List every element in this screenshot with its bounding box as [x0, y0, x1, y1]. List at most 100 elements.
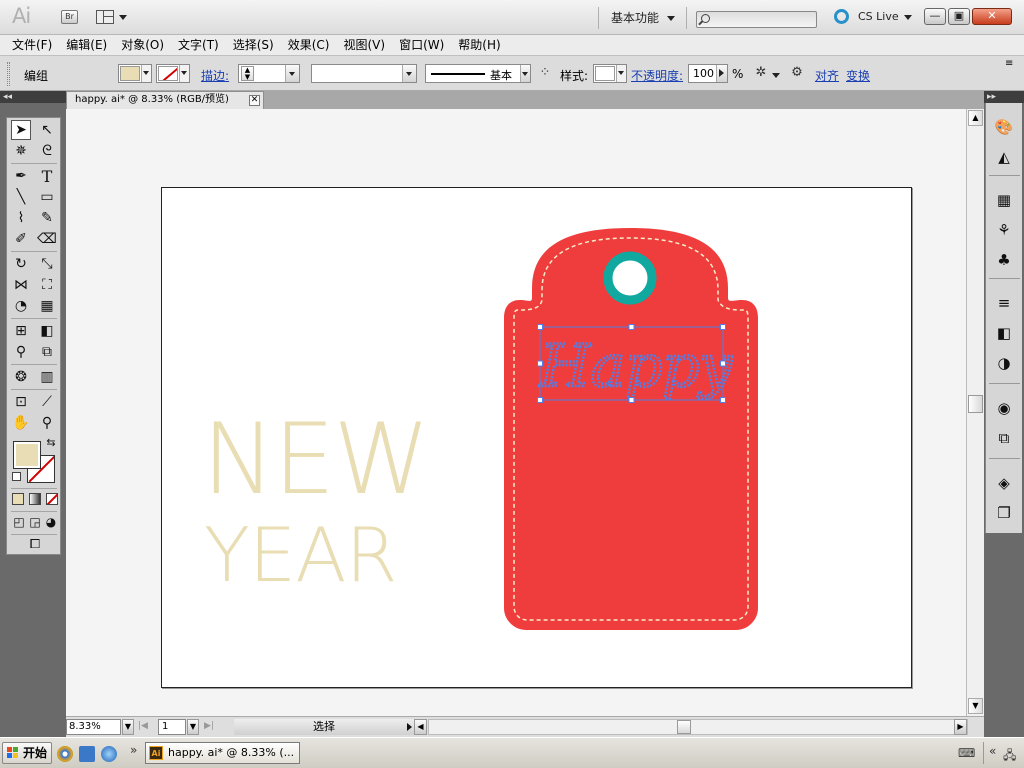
stepper-arrows[interactable]: ▲ ▼ — [241, 66, 254, 81]
artboards-icon[interactable]: ❐ — [994, 503, 1014, 523]
resize-handle[interactable] — [537, 397, 543, 403]
next-artboard-icon[interactable]: ▶| — [204, 721, 214, 731]
pencil-tool-icon[interactable]: ✎ — [37, 208, 57, 228]
gradient-tool-icon[interactable]: ◧ — [37, 321, 57, 341]
rotate-tool-icon[interactable]: ↻ — [11, 254, 31, 274]
horizontal-scrollbar[interactable] — [428, 719, 968, 735]
graphic-styles-icon[interactable]: ⧉ — [994, 428, 1014, 448]
resize-handle[interactable] — [720, 324, 726, 330]
rectangle-tool-icon[interactable]: ▭ — [37, 187, 57, 207]
blob-brush-tool-icon[interactable]: ✐ — [11, 229, 31, 249]
cs-live-menu[interactable]: CS Live — [858, 10, 912, 23]
menu-effect[interactable]: 效果(C) — [288, 35, 330, 55]
default-colors-icon[interactable] — [12, 472, 21, 481]
layers-icon[interactable]: ◈ — [994, 473, 1014, 493]
restore-button[interactable]: ▣ — [948, 8, 970, 25]
zoom-tool-icon[interactable]: ⚲ — [37, 413, 57, 433]
stroke-color-dropdown[interactable] — [156, 64, 190, 83]
minimize-button[interactable]: — — [924, 8, 946, 25]
draw-inside-icon[interactable]: ◕ — [41, 512, 61, 532]
gradient-mode-icon[interactable] — [29, 493, 41, 505]
artboard-dropdown-button[interactable]: ▼ — [187, 719, 199, 735]
brush-definition-dropdown[interactable]: 基本 — [425, 64, 531, 83]
perspective-grid-tool-icon[interactable]: ▦ — [37, 296, 57, 316]
gradient-panel-icon[interactable]: ◧ — [994, 323, 1014, 343]
menu-view[interactable]: 视图(V) — [343, 35, 385, 55]
eraser-tool-icon[interactable]: ⌫ — [37, 229, 57, 249]
scroll-thumb[interactable] — [968, 395, 983, 413]
lasso-tool-icon[interactable]: ᘓ — [37, 141, 57, 161]
opacity-input[interactable]: 100 — [688, 64, 728, 83]
keyboard-icon[interactable]: ⌨ — [958, 746, 975, 760]
status-selector[interactable]: 选择 — [234, 719, 414, 735]
help-search-input[interactable] — [696, 11, 817, 28]
menu-type[interactable]: 文字(T) — [178, 35, 219, 55]
resize-handle[interactable] — [537, 324, 543, 330]
column-graph-tool-icon[interactable]: ▥ — [37, 367, 57, 387]
symbol-sprayer-tool-icon[interactable]: ❂ — [11, 367, 31, 387]
artboard[interactable]: NEW YEAR Happy — [161, 187, 912, 688]
arrange-documents-button[interactable] — [96, 10, 128, 25]
close-button[interactable]: ✕ — [972, 8, 1012, 25]
blend-tool-icon[interactable]: ⧉ — [37, 342, 57, 362]
slice-tool-icon[interactable]: ⟋ — [37, 392, 57, 412]
pen-tool-icon[interactable]: ✒ — [11, 166, 31, 186]
mesh-tool-icon[interactable]: ⊞ — [11, 321, 31, 341]
transparency-icon[interactable]: ◑ — [994, 353, 1014, 373]
color-guide-icon[interactable]: ◭ — [994, 147, 1014, 167]
menu-file[interactable]: 文件(F) — [12, 35, 52, 55]
stroke-panel-link[interactable]: 描边: — [201, 67, 229, 84]
panel-menu-icon[interactable]: ≡ — [1005, 58, 1013, 69]
symbols-icon[interactable]: ♣ — [994, 250, 1014, 270]
screen-mode-icon[interactable]: ⧠ — [23, 534, 47, 554]
menu-edit[interactable]: 编辑(E) — [66, 35, 107, 55]
resize-handle[interactable] — [720, 360, 726, 367]
none-mode-icon[interactable] — [46, 493, 58, 505]
menu-object[interactable]: 对象(O) — [121, 35, 164, 55]
fill-color-swatch[interactable] — [13, 441, 41, 469]
internet-explorer-icon[interactable] — [101, 746, 117, 762]
canvas[interactable]: NEW YEAR Happy — [66, 109, 966, 716]
free-transform-tool-icon[interactable]: ⛶ — [37, 275, 57, 295]
color-mode-icon[interactable] — [12, 493, 24, 505]
scroll-up-button[interactable]: ▲ — [968, 110, 983, 126]
chrome-icon[interactable] — [57, 746, 73, 762]
scroll-thumb[interactable] — [677, 720, 691, 734]
menu-select[interactable]: 选择(S) — [233, 35, 274, 55]
headline-year[interactable]: YEAR — [204, 511, 398, 599]
scale-tool-icon[interactable]: ⤡ — [37, 254, 57, 274]
scroll-right-button[interactable]: ▶ — [954, 719, 967, 735]
zoom-level-field[interactable]: 8.33% — [66, 719, 121, 735]
selection-tool-icon[interactable]: ➤ — [11, 120, 31, 140]
paintbrush-tool-icon[interactable]: ⌇ — [11, 208, 31, 228]
appearance-icon[interactable]: ◉ — [994, 398, 1014, 418]
stroke-options-icon[interactable]: ⁘ — [538, 66, 552, 80]
grip-handle[interactable] — [7, 62, 10, 86]
eyedropper-tool-icon[interactable]: ⚲ — [11, 342, 31, 362]
zoom-dropdown-button[interactable]: ▼ — [122, 719, 134, 735]
scroll-left-button[interactable]: ◀ — [414, 719, 427, 735]
first-artboard-icon[interactable]: |◀ — [138, 721, 148, 731]
resize-handle[interactable] — [537, 360, 543, 367]
network-icon[interactable]: 🖧 — [1003, 746, 1016, 767]
width-tool-icon[interactable]: ⋈ — [11, 275, 31, 295]
stroke-panel-icon[interactable]: ≡ — [994, 293, 1014, 313]
finder-icon[interactable] — [79, 746, 95, 762]
scroll-down-button[interactable]: ▼ — [968, 698, 983, 714]
bridge-button[interactable]: Br — [61, 10, 78, 24]
document-tab[interactable]: happy. ai* @ 8.33% (RGB/预览) ✕ — [66, 91, 264, 109]
taskbar-illustrator-window[interactable]: Ai happy. ai* @ 8.33% (... — [145, 742, 300, 764]
workspace-switcher[interactable]: 基本功能 — [611, 9, 676, 26]
tray-expand-icon[interactable]: « — [989, 744, 996, 758]
resize-handle[interactable] — [628, 324, 635, 330]
artboard-tool-icon[interactable]: ⊡ — [11, 392, 31, 412]
variable-width-profile-dropdown[interactable] — [311, 64, 417, 83]
close-tab-button[interactable]: ✕ — [249, 95, 260, 106]
swap-colors-icon[interactable]: ⇆ — [45, 436, 57, 449]
brushes-icon[interactable]: ⚘ — [994, 220, 1014, 240]
vertical-scrollbar[interactable]: ▲ ▼ — [966, 109, 984, 716]
artboard-number-field[interactable]: 1 — [158, 719, 186, 735]
type-tool-icon[interactable]: T — [37, 166, 57, 186]
opacity-panel-link[interactable]: 不透明度: — [631, 67, 683, 84]
more-icon[interactable]: » — [130, 743, 137, 757]
